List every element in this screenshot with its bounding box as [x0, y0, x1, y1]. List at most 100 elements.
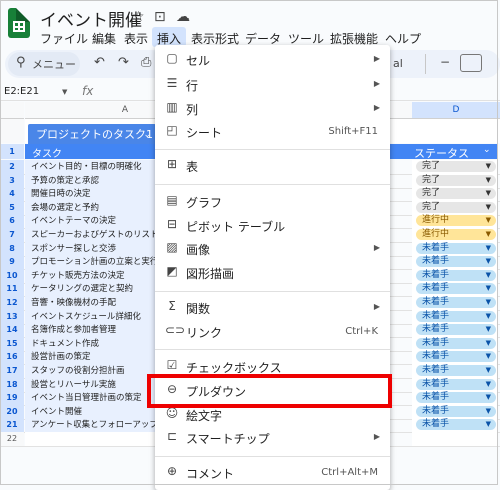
- task-cell[interactable]: イベント開催: [25, 405, 155, 419]
- status-chip[interactable]: 進行中 ▼: [416, 215, 496, 226]
- menu-view[interactable]: 表示: [124, 30, 148, 47]
- star-icon[interactable]: ☆: [132, 9, 145, 25]
- document-title[interactable]: イベント開催: [40, 6, 142, 31]
- task-cell[interactable]: イベントテーマの決定: [25, 214, 155, 228]
- task-cell[interactable]: アンケート収集とフォローアップ: [25, 418, 155, 432]
- font-size-box[interactable]: [460, 54, 482, 72]
- task-cell[interactable]: イベント当日管理計画の策定: [25, 391, 155, 405]
- print-icon[interactable]: ⎙: [141, 55, 151, 70]
- task-cell[interactable]: 音響・映像機材の手配: [25, 296, 155, 310]
- insert-cell[interactable]: ▢ セル ▶: [155, 50, 390, 70]
- status-chip[interactable]: 未着手 ▼: [416, 338, 496, 349]
- task-cell[interactable]: チケット販売方法の決定: [25, 269, 155, 283]
- task-cell[interactable]: スポンサー探しと交渉: [25, 242, 155, 256]
- column-header-c[interactable]: [390, 102, 412, 119]
- font-size-decrease-icon[interactable]: −: [440, 55, 450, 69]
- insert-row[interactable]: ☰ 行 ▶: [155, 75, 390, 95]
- task-cell[interactable]: 名簿作成と参加者管理: [25, 323, 155, 337]
- row-header[interactable]: 7: [0, 228, 24, 242]
- insert-smart-chip[interactable]: ⊏ スマートチップ ▶: [155, 428, 390, 448]
- status-chip[interactable]: 未着手 ▼: [416, 311, 496, 322]
- row-header[interactable]: 15: [0, 337, 24, 351]
- column-header-d[interactable]: D: [412, 102, 500, 119]
- row-header[interactable]: 6: [0, 214, 24, 228]
- status-chip[interactable]: 完了 ▼: [416, 188, 496, 199]
- row-header[interactable]: 1: [0, 144, 24, 159]
- task-cell[interactable]: ドキュメント作成: [25, 337, 155, 351]
- row-header[interactable]: 5: [0, 201, 24, 215]
- task-cell[interactable]: 会場の選定と予約: [25, 201, 155, 215]
- move-folder-icon[interactable]: ⊡: [154, 9, 166, 25]
- status-chip[interactable]: 未着手 ▼: [416, 392, 496, 403]
- row-header[interactable]: 11: [0, 282, 24, 296]
- status-chip[interactable]: 未着手 ▼: [416, 351, 496, 362]
- task-cell[interactable]: プロモーション計画の立案と実行: [25, 255, 155, 269]
- task-cell[interactable]: 設営とリハーサル実施: [25, 378, 155, 392]
- row-header[interactable]: 16: [0, 350, 24, 364]
- select-all-corner[interactable]: [0, 102, 24, 119]
- task-cell[interactable]: [25, 432, 155, 446]
- insert-chart[interactable]: ▤ グラフ: [155, 192, 390, 212]
- status-chip[interactable]: 未着手 ▼: [416, 256, 496, 267]
- row-header[interactable]: 2: [0, 160, 24, 174]
- insert-column[interactable]: ▥ 列 ▶: [155, 99, 390, 119]
- insert-emoji[interactable]: ☺ 絵文字: [155, 405, 390, 425]
- cloud-status-icon[interactable]: ☁: [176, 9, 190, 25]
- row-header[interactable]: 9: [0, 255, 24, 269]
- undo-icon[interactable]: ↶: [94, 55, 105, 70]
- insert-sheet[interactable]: ◰ シート Shift+F11: [155, 122, 390, 142]
- insert-comment[interactable]: ⊕ コメント Ctrl+Alt+M: [155, 463, 390, 483]
- sheets-logo-icon[interactable]: [8, 8, 30, 38]
- task-cell[interactable]: スピーカーおよびゲストのリストア: [25, 228, 155, 242]
- status-chip[interactable]: 未着手 ▼: [416, 283, 496, 294]
- task-cell[interactable]: ケータリングの選定と契約: [25, 282, 155, 296]
- status-chip[interactable]: 未着手 ▼: [416, 243, 496, 254]
- status-chip[interactable]: 未着手 ▼: [416, 270, 496, 281]
- status-chip[interactable]: 完了 ▼: [416, 202, 496, 213]
- row-header[interactable]: 22: [0, 432, 24, 446]
- name-box[interactable]: E2:E21: [4, 86, 39, 97]
- header-task[interactable]: タスク: [32, 145, 62, 160]
- menu-help[interactable]: ヘルプ: [385, 30, 421, 47]
- row-header[interactable]: 4: [0, 187, 24, 201]
- insert-image[interactable]: ▨ 画像 ▶: [155, 239, 390, 259]
- status-chip[interactable]: 未着手 ▼: [416, 365, 496, 376]
- insert-link[interactable]: ⊂⊃ リンク Ctrl+K: [155, 322, 390, 342]
- status-chip[interactable]: 進行中 ▼: [416, 229, 496, 240]
- status-chip[interactable]: 未着手 ▼: [416, 379, 496, 390]
- name-box-dropdown-icon[interactable]: ▼: [62, 88, 67, 96]
- row-header[interactable]: 18: [0, 378, 24, 392]
- row-header[interactable]: 19: [0, 391, 24, 405]
- status-cell[interactable]: [412, 432, 498, 446]
- menu-file[interactable]: ファイル: [40, 30, 88, 47]
- table-title-chip[interactable]: プロジェクトのタスク1 ⌄: [28, 124, 156, 146]
- row-header[interactable]: 14: [0, 323, 24, 337]
- row-header[interactable]: 17: [0, 364, 24, 378]
- insert-function[interactable]: Σ 関数 ▶: [155, 298, 390, 318]
- status-chip[interactable]: 未着手 ▼: [416, 406, 496, 417]
- task-cell[interactable]: 設営計画の策定: [25, 350, 155, 364]
- header-status-sort-icon[interactable]: ⌄: [483, 145, 491, 155]
- status-chip[interactable]: 未着手 ▼: [416, 324, 496, 335]
- task-cell[interactable]: スタッフの役割分担計画: [25, 364, 155, 378]
- row-header[interactable]: 8: [0, 242, 24, 256]
- header-status[interactable]: ステータス: [414, 145, 469, 161]
- status-chip[interactable]: 未着手 ▼: [416, 419, 496, 430]
- row-header[interactable]: 12: [0, 296, 24, 310]
- font-name[interactable]: al: [393, 57, 403, 70]
- row-header[interactable]: 21: [0, 418, 24, 432]
- task-cell[interactable]: イベント目的・目標の明確化: [25, 160, 155, 174]
- status-chip[interactable]: 完了 ▼: [416, 175, 496, 186]
- insert-drawing[interactable]: ◩ 図形描画: [155, 263, 390, 283]
- row-header[interactable]: 10: [0, 269, 24, 283]
- task-cell[interactable]: 開催日時の決定: [25, 187, 155, 201]
- task-cell[interactable]: 予算の策定と承認: [25, 174, 155, 188]
- row-header[interactable]: 13: [0, 310, 24, 324]
- status-chip[interactable]: 完了 ▼: [416, 161, 496, 172]
- task-cell[interactable]: イベントスケジュール詳細化: [25, 310, 155, 324]
- redo-icon[interactable]: ↷: [118, 55, 129, 70]
- row-header[interactable]: 3: [0, 174, 24, 188]
- insert-table[interactable]: ⊞ 表: [155, 156, 390, 176]
- row-header[interactable]: 20: [0, 405, 24, 419]
- menu-edit[interactable]: 編集: [92, 30, 116, 47]
